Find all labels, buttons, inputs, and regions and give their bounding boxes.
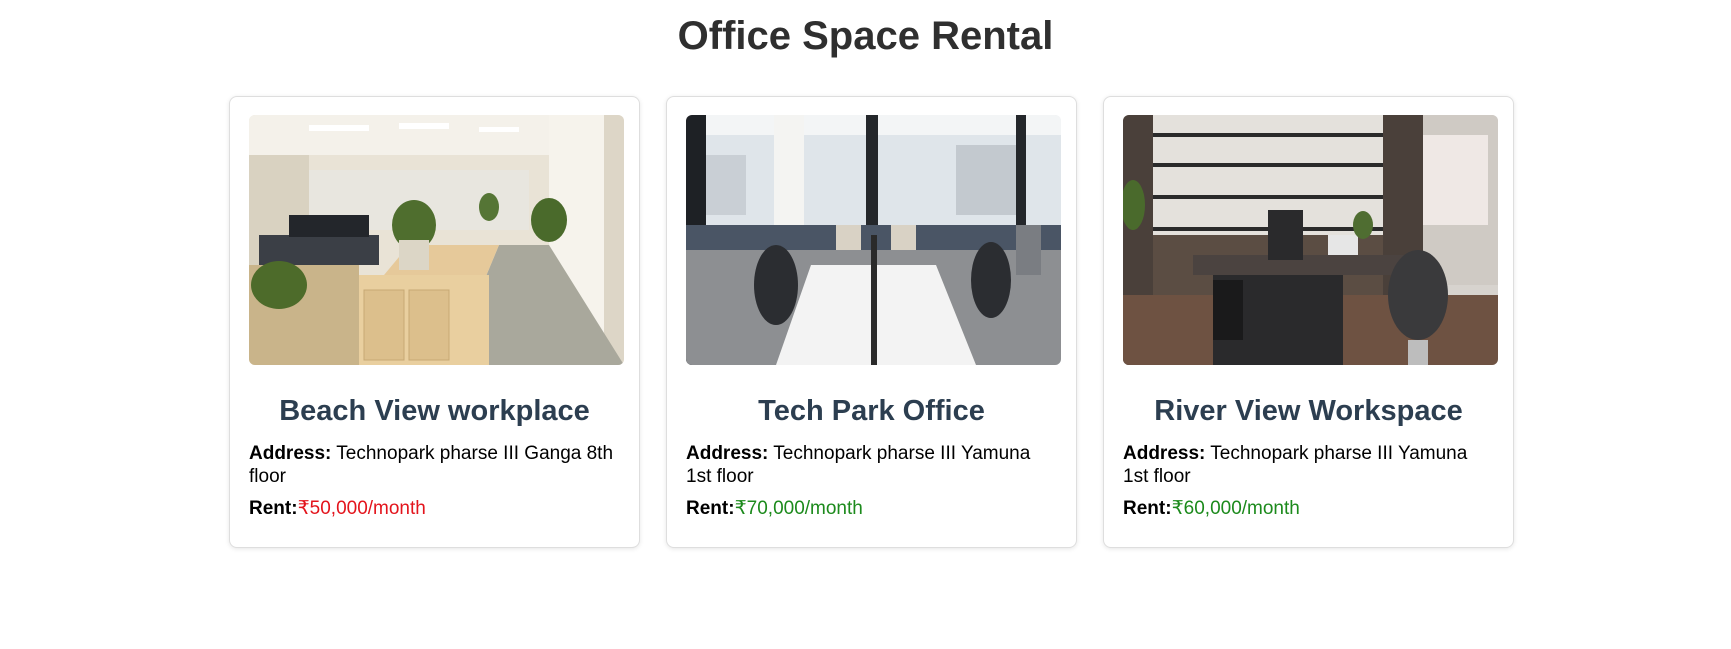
office-address: Address: Technopark pharse III Yamuna 1s…: [686, 442, 1057, 488]
rent-value: ₹50,000/month: [297, 498, 426, 519]
office-title: River View Workspace: [1154, 395, 1463, 427]
office-title: Tech Park Office: [758, 395, 985, 427]
office-card-tech-park[interactable]: Tech Park Office Address: Technopark pha…: [666, 96, 1077, 548]
office-rent: Rent:₹50,000/month: [249, 497, 620, 520]
office-address: Address: Technopark pharse III Yamuna 1s…: [1123, 442, 1494, 488]
office-card-list: Beach View workplace Address: Technopark…: [229, 96, 1514, 548]
rent-label: Rent:: [1123, 498, 1172, 519]
address-label: Address:: [249, 443, 332, 464]
address-label: Address:: [1123, 443, 1206, 464]
shared-desk-office-photo-icon: [686, 115, 1061, 365]
office-image: [249, 115, 624, 365]
open-plan-office-photo-icon: [249, 115, 624, 365]
office-card-beach-view[interactable]: Beach View workplace Address: Technopark…: [229, 96, 640, 548]
office-card-river-view[interactable]: River View Workspace Address: Technopark…: [1103, 96, 1514, 548]
office-image: [1123, 115, 1498, 365]
executive-office-photo-icon: [1123, 115, 1498, 365]
page-title: Office Space Rental: [677, 14, 1054, 58]
office-image: [686, 115, 1061, 365]
office-title: Beach View workplace: [279, 395, 590, 427]
rent-label: Rent:: [686, 498, 735, 519]
rent-value: ₹60,000/month: [1171, 498, 1300, 519]
office-rent: Rent:₹60,000/month: [1123, 497, 1494, 520]
rent-label: Rent:: [249, 498, 298, 519]
rent-value: ₹70,000/month: [734, 498, 863, 519]
office-rent: Rent:₹70,000/month: [686, 497, 1057, 520]
address-label: Address:: [686, 443, 769, 464]
office-address: Address: Technopark pharse III Ganga 8th…: [249, 442, 620, 488]
